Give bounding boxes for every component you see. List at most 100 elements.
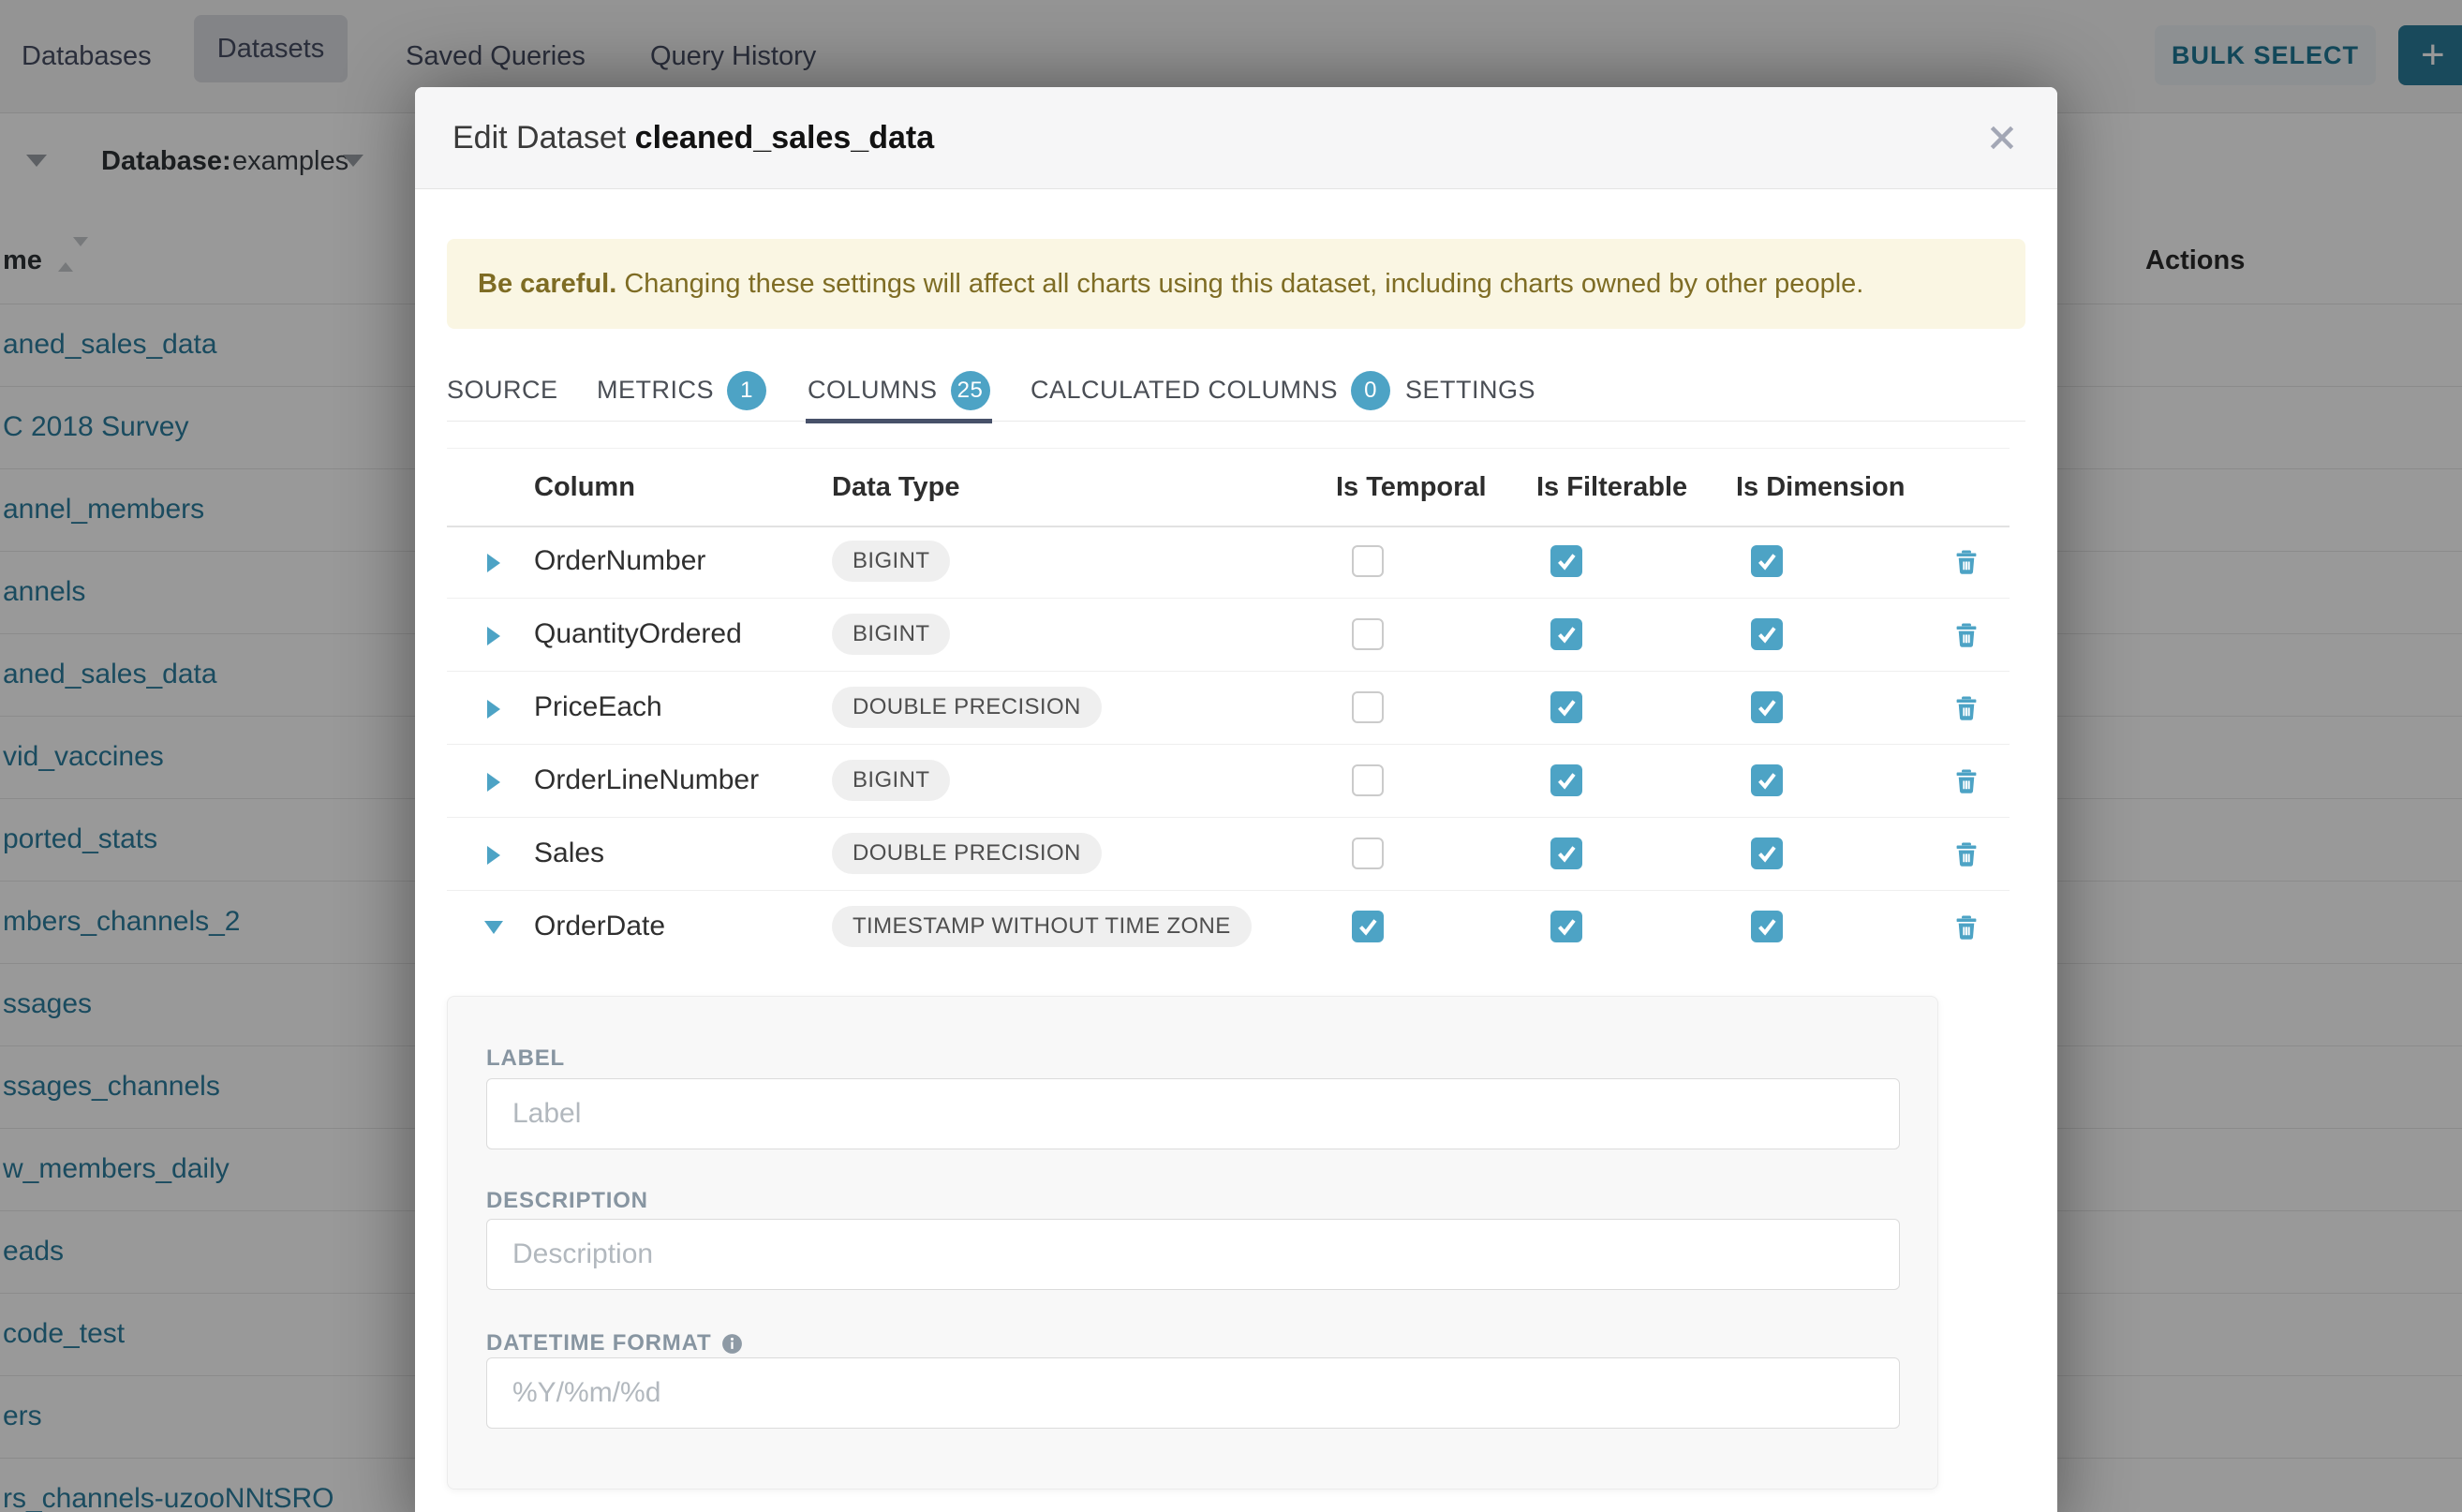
column-name: OrderLineNumber: [534, 744, 759, 817]
delete-column-button[interactable]: [1951, 912, 1981, 942]
columns-table-header: Column Data Type Is Temporal Is Filterable I…: [447, 448, 2010, 527]
tab-label: SOURCE: [447, 376, 558, 405]
is-dimension-checkbox[interactable]: [1751, 618, 1783, 650]
tab-badge: 1: [727, 371, 766, 410]
description-field-label: DESCRIPTION: [486, 1188, 648, 1214]
column-row-orderdate: OrderDate TIMESTAMP WITHOUT TIME ZONE: [447, 890, 2010, 963]
trash-icon: [1951, 547, 1981, 577]
column-header-is-temporal: Is Temporal: [1336, 449, 1487, 526]
check-icon: [1755, 622, 1779, 646]
tab-label: COLUMNS: [808, 376, 938, 405]
description-input[interactable]: [486, 1219, 1900, 1290]
modal-title: Edit Dataset cleaned_sales_data: [452, 87, 934, 188]
column-name: OrderDate: [534, 890, 665, 963]
trash-icon: [1951, 912, 1981, 942]
is-dimension-checkbox[interactable]: [1751, 838, 1783, 869]
data-type-badge: BIGINT: [832, 614, 950, 655]
delete-column-button[interactable]: [1951, 693, 1981, 723]
column-name: QuantityOrdered: [534, 598, 742, 671]
expand-caret-icon[interactable]: [487, 846, 500, 865]
column-name: OrderNumber: [534, 525, 705, 598]
warning-text: Changing these settings will affect all …: [616, 269, 1863, 299]
modal-tabs: SOURCE METRICS 1 COLUMNS 25 CALCULATED COLUMN…: [447, 361, 2025, 422]
tab-label: CALCULATED COLUMNS: [1031, 376, 1338, 405]
is-filterable-checkbox[interactable]: [1550, 838, 1582, 869]
check-icon: [1755, 914, 1779, 939]
column-row-priceeach: PriceEach DOUBLE PRECISION: [447, 671, 2010, 745]
modal-header: Edit Dataset cleaned_sales_data: [415, 87, 2057, 189]
data-type-badge: BIGINT: [832, 760, 950, 801]
column-detail-panel: LABEL DESCRIPTION DATETIME FORMAT: [447, 996, 1938, 1490]
expand-caret-icon[interactable]: [487, 627, 500, 645]
check-icon: [1554, 841, 1579, 866]
tab-settings[interactable]: SETTINGS: [1405, 361, 1535, 420]
tab-source[interactable]: SOURCE: [447, 361, 558, 420]
dataset-name: cleaned_sales_data: [635, 120, 934, 156]
column-header-is-dimension: Is Dimension: [1736, 449, 1906, 526]
is-temporal-checkbox[interactable]: [1352, 911, 1384, 942]
close-icon[interactable]: [1981, 117, 2023, 158]
is-filterable-checkbox[interactable]: [1550, 911, 1582, 942]
tab-badge: 25: [951, 371, 990, 410]
is-dimension-checkbox[interactable]: [1751, 691, 1783, 723]
warning-banner: Be careful. Changing these settings will…: [447, 239, 2025, 329]
check-icon: [1356, 914, 1380, 939]
warning-bold: Be careful.: [478, 269, 616, 299]
delete-column-button[interactable]: [1951, 620, 1981, 650]
trash-icon: [1951, 693, 1981, 723]
column-row-ordernumber: OrderNumberBIGINT: [447, 525, 2010, 599]
is-temporal-checkbox[interactable]: [1352, 618, 1384, 650]
data-type-badge: TIMESTAMP WITHOUT TIME ZONE: [832, 906, 1252, 947]
is-temporal-checkbox[interactable]: [1352, 764, 1384, 796]
is-dimension-checkbox[interactable]: [1751, 911, 1783, 942]
tab-badge: 0: [1351, 371, 1390, 410]
delete-column-button[interactable]: [1951, 766, 1981, 796]
column-header-is-filterable: Is Filterable: [1536, 449, 1687, 526]
column-header-data-type: Data Type: [832, 449, 959, 526]
is-temporal-checkbox[interactable]: [1352, 545, 1384, 577]
collapse-caret-icon[interactable]: [484, 921, 503, 934]
tab-calculated-columns[interactable]: CALCULATED COLUMNS 0: [1031, 361, 1390, 420]
datetime-format-input[interactable]: [486, 1357, 1900, 1429]
is-filterable-checkbox[interactable]: [1550, 764, 1582, 796]
check-icon: [1755, 768, 1779, 793]
edit-dataset-modal: Edit Dataset cleaned_sales_data Be caref…: [415, 87, 2057, 1512]
trash-icon: [1951, 839, 1981, 869]
column-name: PriceEach: [534, 671, 662, 744]
data-type-badge: DOUBLE PRECISION: [832, 833, 1102, 874]
column-header-column: Column: [534, 449, 635, 526]
data-type-badge: DOUBLE PRECISION: [832, 687, 1102, 728]
label-input[interactable]: [486, 1078, 1900, 1149]
tab-metrics[interactable]: METRICS 1: [597, 361, 766, 420]
expand-caret-icon[interactable]: [487, 554, 500, 572]
is-temporal-checkbox[interactable]: [1352, 691, 1384, 723]
is-filterable-checkbox[interactable]: [1550, 691, 1582, 723]
is-filterable-checkbox[interactable]: [1550, 545, 1582, 577]
delete-column-button[interactable]: [1951, 839, 1981, 869]
tab-label: SETTINGS: [1405, 376, 1535, 405]
check-icon: [1554, 768, 1579, 793]
trash-icon: [1951, 766, 1981, 796]
column-row-sales: Sales DOUBLE PRECISION: [447, 817, 2010, 891]
is-temporal-checkbox[interactable]: [1352, 838, 1384, 869]
check-icon: [1554, 695, 1579, 719]
is-dimension-checkbox[interactable]: [1751, 764, 1783, 796]
column-name: Sales: [534, 817, 604, 890]
trash-icon: [1951, 620, 1981, 650]
check-icon: [1755, 841, 1779, 866]
delete-column-button[interactable]: [1951, 547, 1981, 577]
tab-label: METRICS: [597, 376, 714, 405]
is-dimension-checkbox[interactable]: [1751, 545, 1783, 577]
is-filterable-checkbox[interactable]: [1550, 618, 1582, 650]
expand-caret-icon[interactable]: [487, 700, 500, 719]
check-icon: [1554, 549, 1579, 573]
column-row-orderlinenumber: OrderLineNumber BIGINT: [447, 744, 2010, 818]
screen: DatabasesDatasetsSaved QueriesQuery Hist…: [0, 0, 2462, 1512]
expand-caret-icon[interactable]: [487, 773, 500, 792]
check-icon: [1554, 914, 1579, 939]
tab-columns[interactable]: COLUMNS 25: [808, 361, 990, 420]
column-row-quantityordered: QuantityOrdered BIGINT: [447, 598, 2010, 672]
check-icon: [1755, 695, 1779, 719]
check-icon: [1554, 622, 1579, 646]
check-icon: [1755, 549, 1779, 573]
